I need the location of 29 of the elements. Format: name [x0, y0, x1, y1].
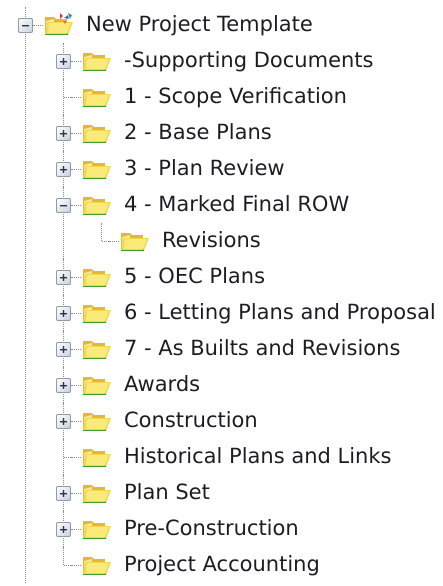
tree-item[interactable]: 5 - OEC Plans — [124, 264, 266, 290]
tree-item[interactable]: Project Accounting — [124, 552, 320, 578]
tree-item[interactable]: 4 - Marked Final ROW — [124, 192, 350, 218]
expander-toggle[interactable] — [56, 486, 71, 501]
template-folder-icon — [43, 12, 75, 38]
tree-item[interactable]: 7 - As Builts and Revisions — [124, 336, 400, 362]
expander-toggle[interactable] — [56, 54, 71, 69]
tree-item[interactable]: 1 - Scope Verification — [124, 84, 347, 110]
tree-item[interactable]: 6 - Letting Plans and Proposal — [124, 300, 436, 326]
tree-item[interactable]: 2 - Base Plans — [124, 120, 272, 146]
tree-item[interactable]: Plan Set — [124, 480, 210, 506]
tree-item[interactable]: Pre-Construction — [124, 516, 299, 542]
tree-item[interactable]: -Supporting Documents — [124, 48, 374, 74]
expander-toggle[interactable] — [56, 378, 71, 393]
expander-toggle[interactable] — [56, 342, 71, 357]
tree-item[interactable]: New Project Template — [86, 12, 313, 38]
expander-toggle[interactable] — [56, 198, 71, 213]
tree-item[interactable]: Construction — [124, 408, 258, 434]
tree-item[interactable]: Historical Plans and Links — [124, 444, 392, 470]
tree-item[interactable]: 3 - Plan Review — [124, 156, 285, 182]
expander-toggle[interactable] — [56, 414, 71, 429]
expander-toggle[interactable] — [56, 306, 71, 321]
expander-toggle[interactable] — [56, 126, 71, 141]
expander-toggle[interactable] — [18, 18, 33, 33]
tree-item[interactable]: Awards — [124, 372, 200, 398]
tree-item[interactable]: Revisions — [162, 228, 261, 254]
expander-toggle[interactable] — [56, 270, 71, 285]
expander-toggle[interactable] — [56, 522, 71, 537]
expander-toggle[interactable] — [56, 162, 71, 177]
